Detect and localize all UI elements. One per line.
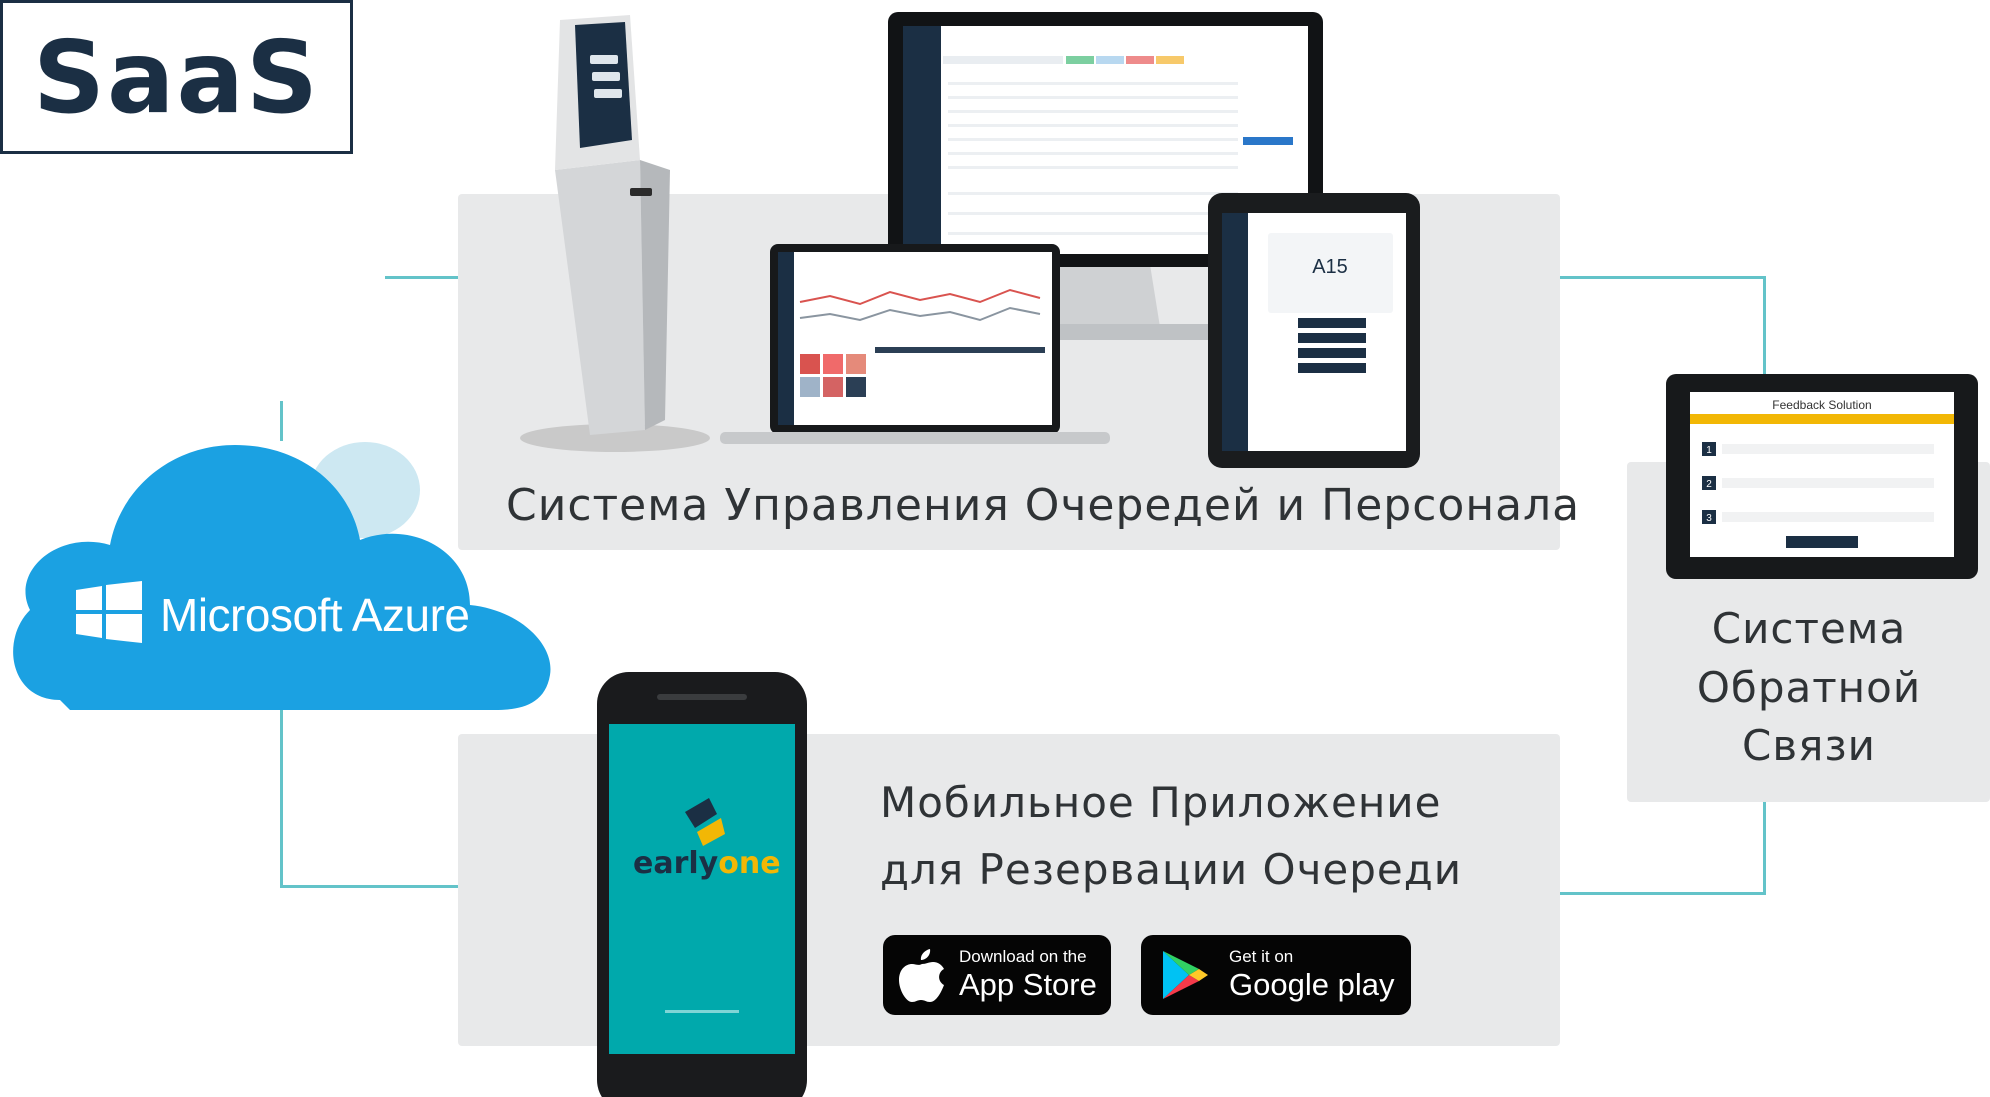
brand-early: early (633, 846, 719, 881)
feedback-caption-line3: Связи (1742, 721, 1876, 770)
ticket-number: A15 (1312, 256, 1348, 278)
mobile-caption-line1: Мобильное Приложение (880, 778, 1442, 827)
laptop-icon (720, 244, 1110, 444)
connector-saas-to-queue (385, 276, 458, 279)
saas-label: SaaS (32, 18, 320, 136)
feedback-device-icon: Feedback Solution 1 2 3 (1666, 374, 1978, 579)
connector-cloud-down (280, 700, 283, 887)
google-play-big-text: Google play (1229, 967, 1395, 1002)
app-store-big-text: App Store (959, 967, 1097, 1002)
connector-mobile-to-feedback (1560, 892, 1766, 895)
google-play-icon (1163, 951, 1208, 999)
connector-queue-to-feedback (1560, 276, 1766, 279)
feedback-screen-title: Feedback Solution (1772, 398, 1871, 412)
brand-one: one (718, 846, 781, 881)
feedback-row-number: 1 (1706, 445, 1712, 456)
saas-box: SaaS (0, 0, 353, 154)
smartphone-icon (597, 672, 807, 1097)
feedback-caption-line2: Обратной (1696, 663, 1922, 712)
google-play-small-text: Get it on (1229, 947, 1294, 966)
feedback-caption-line1: Система (1711, 604, 1907, 653)
tablet-icon: A15 (1208, 193, 1420, 468)
app-store-button[interactable]: Download on the App Store (883, 935, 1111, 1015)
connector-cloud-to-mobile (280, 885, 458, 888)
mobile-caption-line2: для Резервации Очереди (880, 845, 1463, 894)
azure-label: Microsoft Azure (160, 589, 470, 641)
connector-right-vertical-top (1763, 276, 1766, 376)
feedback-row-number: 3 (1706, 513, 1712, 524)
google-play-button[interactable]: Get it on Google play (1141, 935, 1411, 1015)
apple-icon (899, 949, 944, 1002)
queue-system-caption: Система Управления Очередей и Персонала (506, 480, 1581, 531)
app-store-small-text: Download on the (959, 947, 1087, 966)
connector-right-vertical-bottom (1763, 802, 1766, 894)
azure-cloud-icon (13, 442, 551, 710)
brand-wordmark: earlyone (633, 846, 781, 881)
windows-logo-icon (76, 581, 142, 643)
feedback-row-number: 2 (1706, 479, 1712, 490)
kiosk-device-icon (520, 15, 710, 452)
